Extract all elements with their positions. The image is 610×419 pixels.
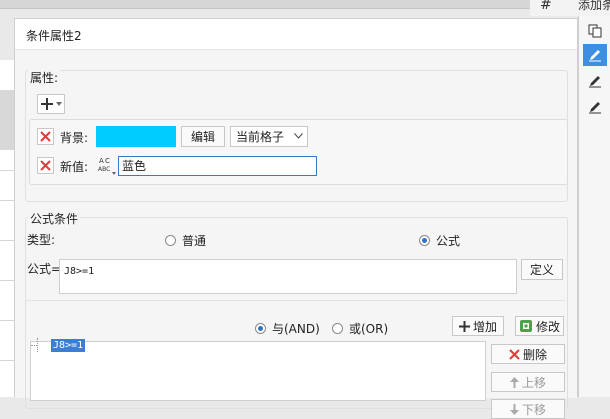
strip-band bbox=[0, 90, 14, 150]
move-up-label: 上移 bbox=[521, 375, 546, 390]
text-type-icon[interactable]: A C ABC bbox=[96, 155, 118, 177]
type-formula-label: 公式 bbox=[436, 234, 461, 248]
background-label: 背景: bbox=[60, 131, 89, 145]
modify-condition-label: 修改 bbox=[535, 319, 560, 334]
formula-input[interactable]: J8>=1 bbox=[59, 259, 517, 294]
strip-gridline bbox=[0, 360, 14, 361]
copy-icon[interactable] bbox=[583, 20, 607, 42]
right-side-panel bbox=[578, 16, 610, 397]
arrow-down-icon bbox=[509, 403, 519, 415]
type-formula-radio[interactable]: 公式 bbox=[419, 232, 460, 249]
type-normal-radio[interactable]: 普通 bbox=[165, 232, 206, 249]
add-condition-label[interactable]: 添加条 bbox=[578, 0, 610, 13]
add-condition-label: 增加 bbox=[472, 319, 497, 334]
logic-and-radio[interactable]: 与(AND) bbox=[255, 320, 320, 337]
delete-button[interactable]: 删除 bbox=[491, 344, 565, 364]
divider bbox=[26, 300, 565, 301]
pen-icon[interactable] bbox=[583, 96, 607, 118]
tree-line bbox=[37, 338, 39, 352]
plus-icon bbox=[458, 320, 470, 332]
type-label: 类型: bbox=[27, 233, 56, 247]
radio-icon bbox=[419, 235, 430, 246]
attributes-legend: 属性: bbox=[28, 69, 61, 86]
strip-gridline bbox=[0, 240, 14, 241]
radio-icon bbox=[255, 323, 266, 334]
move-down-label: 下移 bbox=[521, 402, 546, 417]
condition-item[interactable]: J8>=1 bbox=[51, 339, 86, 352]
modify-condition-button[interactable]: 修改 bbox=[515, 316, 564, 336]
strip-gridline bbox=[0, 200, 14, 201]
arrow-up-icon bbox=[509, 376, 519, 388]
formula-condition-legend: 公式条件 bbox=[28, 210, 81, 227]
condition-properties-dialog: 条件属性2 属性: 背景: 编辑 当前格子 新值: A C ABC 蓝色 公式条… bbox=[14, 18, 578, 419]
new-value-label: 新值: bbox=[60, 160, 89, 174]
background-color-swatch[interactable] bbox=[96, 126, 176, 147]
radio-icon bbox=[332, 323, 343, 334]
remove-background-icon[interactable] bbox=[37, 128, 54, 145]
svg-text:ABC: ABC bbox=[98, 166, 110, 173]
remove-new-value-icon[interactable] bbox=[37, 157, 54, 174]
new-value-input[interactable]: 蓝色 bbox=[118, 156, 317, 176]
scope-select[interactable]: 当前格子 bbox=[230, 126, 308, 147]
modify-icon bbox=[519, 320, 532, 332]
grid-hash-icon[interactable]: # bbox=[540, 0, 552, 13]
strip-gridline bbox=[0, 320, 14, 321]
scope-select-value: 当前格子 bbox=[236, 130, 285, 144]
radio-icon bbox=[165, 235, 176, 246]
dialog-body: 属性: 背景: 编辑 当前格子 新值: A C ABC 蓝色 公式条件 类型: … bbox=[15, 50, 577, 419]
define-button[interactable]: 定义 bbox=[521, 259, 563, 280]
logic-and-label: 与(AND) bbox=[272, 322, 320, 336]
background-toolbar bbox=[0, 0, 530, 9]
move-down-button[interactable]: 下移 bbox=[491, 399, 565, 419]
strip-gridline bbox=[0, 170, 14, 171]
caret-down-icon bbox=[55, 102, 62, 106]
plus-icon bbox=[40, 98, 53, 110]
condition-list: J8>=1 bbox=[30, 338, 486, 401]
delete-icon bbox=[509, 348, 520, 360]
edit-pen-icon[interactable] bbox=[583, 44, 607, 66]
add-attribute-button[interactable] bbox=[37, 94, 65, 114]
logic-or-label: 或(OR) bbox=[349, 322, 389, 336]
edit-button[interactable]: 编辑 bbox=[181, 126, 225, 147]
delete-label: 删除 bbox=[522, 347, 547, 362]
chevron-down-icon bbox=[294, 133, 303, 139]
move-up-button[interactable]: 上移 bbox=[491, 372, 565, 392]
spreadsheet-strip bbox=[0, 60, 15, 397]
svg-text:A: A bbox=[99, 157, 104, 165]
strip-gridline bbox=[0, 280, 14, 281]
type-normal-label: 普通 bbox=[182, 234, 207, 248]
dialog-titlebar: 条件属性2 bbox=[15, 19, 577, 50]
formula-label: 公式= bbox=[27, 262, 62, 276]
add-condition-button[interactable]: 增加 bbox=[452, 316, 504, 336]
pen-icon[interactable] bbox=[583, 70, 607, 92]
svg-text:C: C bbox=[105, 157, 110, 165]
dialog-title: 条件属性2 bbox=[26, 29, 82, 43]
logic-or-radio[interactable]: 或(OR) bbox=[332, 320, 388, 337]
